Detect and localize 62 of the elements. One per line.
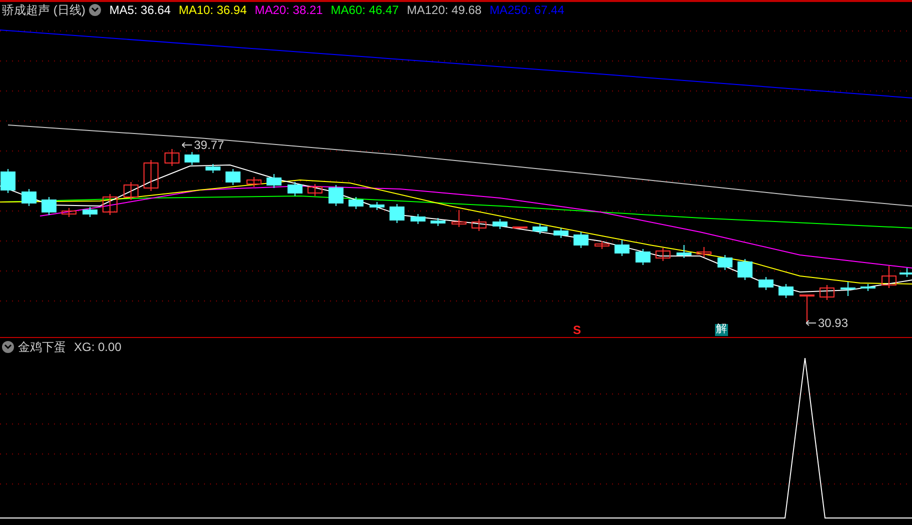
falling-candle [184,152,200,166]
rising-candle [472,218,486,232]
indicator-title: 金鸡下蛋 [18,341,66,353]
falling-candle [676,244,692,258]
collapse-icon[interactable] [2,341,14,353]
rising-candle [308,184,322,196]
high-price-label: 39.77 [194,139,224,151]
falling-candle [492,218,508,230]
ma-indicator: MA120: 49.68 [406,4,482,16]
falling-candle [0,168,16,194]
falling-candle [636,248,650,266]
falling-candle [266,174,282,188]
falling-candle [574,232,588,248]
falling-candle [22,188,36,206]
ma-indicator: MA10: 36.94 [178,4,247,16]
falling-candle [430,218,446,226]
rising-candle [164,148,180,166]
falling-candle [840,282,856,296]
rising-candle [594,240,610,250]
indicator-reading: XG: 0.00 [74,341,122,353]
rising-candle [512,226,528,232]
rising-candle [246,176,262,188]
falling-candle [778,284,794,298]
falling-candle [206,164,220,174]
arrow-icon [806,320,816,326]
ma-indicator: MA20: 38.21 [254,4,323,16]
falling-candle [718,254,732,270]
rising-candle [696,246,712,258]
rising-candle [882,266,896,288]
rising-candle [452,210,466,228]
rising-candle [102,194,118,216]
falling-candle [738,258,752,280]
ma-indicator: MA60: 46.47 [330,4,399,16]
ma-indicator: MA250: 67.44 [490,4,564,16]
falling-candle [410,214,426,224]
rising-candle [820,284,834,300]
falling-candle [42,196,56,216]
rising-candle [144,160,158,192]
falling-candle [614,240,630,256]
falling-candle [554,228,568,238]
low-price-label: 30.93 [818,317,848,329]
arrow-icon [182,142,192,148]
rising-candle [656,248,670,262]
falling-candle [370,202,384,210]
rising-candle [124,182,138,200]
falling-candle [758,276,774,290]
rising-candle [800,294,814,324]
collapse-icon[interactable] [89,4,102,16]
falling-candle [860,284,876,292]
falling-candle [390,204,404,224]
rising-candle [62,208,76,218]
falling-candle [900,268,912,278]
falling-candle [532,224,548,234]
falling-candle [82,206,98,218]
ma-indicator: MA5: 36.64 [109,4,171,16]
falling-candle [288,182,302,196]
falling-candle [226,168,240,186]
falling-candle [328,184,344,206]
sell-signal: S [573,324,582,336]
unlock-signal: 解 [715,324,728,336]
falling-candle [348,196,364,210]
stock-title: 骄成超声 (日线) [2,4,86,16]
